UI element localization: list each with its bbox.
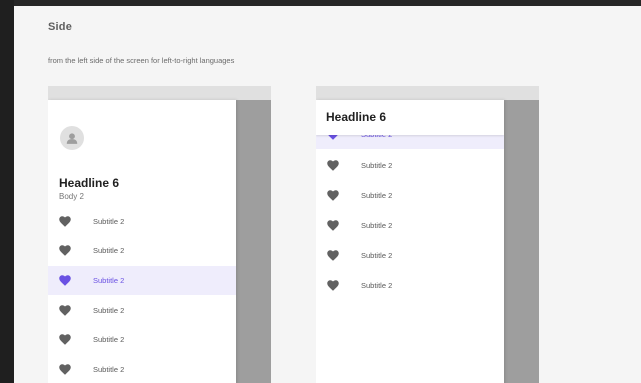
drawer-item[interactable]: Subtitle 2: [48, 355, 236, 383]
heart-icon: [327, 250, 339, 261]
left-navigation-drawer: Headline 6 Body 2 Subtitle 2 Subtitle 2 …: [48, 100, 236, 383]
right-navigation-drawer: Headline 6 Subtitle 2 Subtitle 2 Subtitl…: [316, 100, 504, 383]
drawer-item[interactable]: Subtitle 2: [48, 236, 236, 265]
left-device-frame: Headline 6 Body 2 Subtitle 2 Subtitle 2 …: [48, 86, 271, 383]
drawer-item-label: Subtitle 2: [93, 246, 125, 255]
drawer-item-label: Subtitle 2: [93, 365, 125, 374]
person-icon: [66, 133, 78, 144]
status-bar: [48, 86, 271, 100]
right-device-frame: Headline 6 Subtitle 2 Subtitle 2 Subtitl…: [316, 86, 539, 383]
heart-icon: [59, 275, 71, 286]
drawer-item[interactable]: Subtitle 2: [48, 325, 236, 354]
drawer-item-label: Subtitle 2: [361, 281, 393, 290]
drawer-item[interactable]: Subtitle 2: [48, 207, 236, 236]
drawer-item-label: Subtitle 2: [361, 191, 393, 200]
drawer-header: Headline 6: [316, 100, 504, 135]
drawer-item[interactable]: Subtitle 2: [48, 296, 236, 325]
drawer-body: Body 2: [59, 192, 84, 201]
heart-icon: [59, 245, 71, 256]
drawer-item-label: Subtitle 2: [93, 276, 125, 285]
drawer-item-label: Subtitle 2: [93, 335, 125, 344]
page-description: from the left side of the screen for lef…: [48, 56, 235, 65]
drawer-item-label: Subtitle 2: [93, 306, 125, 315]
heart-icon: [327, 280, 339, 291]
drawer-item-label: Subtitle 2: [361, 251, 393, 260]
drawer-headline: Headline 6: [59, 176, 120, 190]
canvas: Side from the left side of the screen fo…: [14, 0, 641, 383]
heart-icon: [327, 160, 339, 171]
drawer-item[interactable]: Subtitle 2: [316, 241, 504, 270]
drawer-item-active[interactable]: Subtitle 2: [48, 266, 236, 295]
drawer-item-label: Subtitle 2: [361, 161, 393, 170]
heart-icon: [59, 216, 71, 227]
drawer-item[interactable]: Subtitle 2: [316, 211, 504, 240]
avatar[interactable]: [60, 126, 84, 150]
heart-icon: [59, 305, 71, 316]
drawer-item-label: Subtitle 2: [361, 221, 393, 230]
drawer-headline: Headline 6: [326, 110, 387, 124]
drawer-item[interactable]: Subtitle 2: [316, 151, 504, 180]
drawer-item-label: Subtitle 2: [93, 217, 125, 226]
drawer-item[interactable]: Subtitle 2: [316, 271, 504, 300]
heart-icon: [327, 220, 339, 231]
heart-icon: [59, 334, 71, 345]
status-bar: [316, 86, 539, 100]
heart-icon: [327, 190, 339, 201]
drawer-item[interactable]: Subtitle 2: [316, 181, 504, 210]
page-title: Side: [48, 21, 73, 33]
heart-icon: [59, 364, 71, 375]
